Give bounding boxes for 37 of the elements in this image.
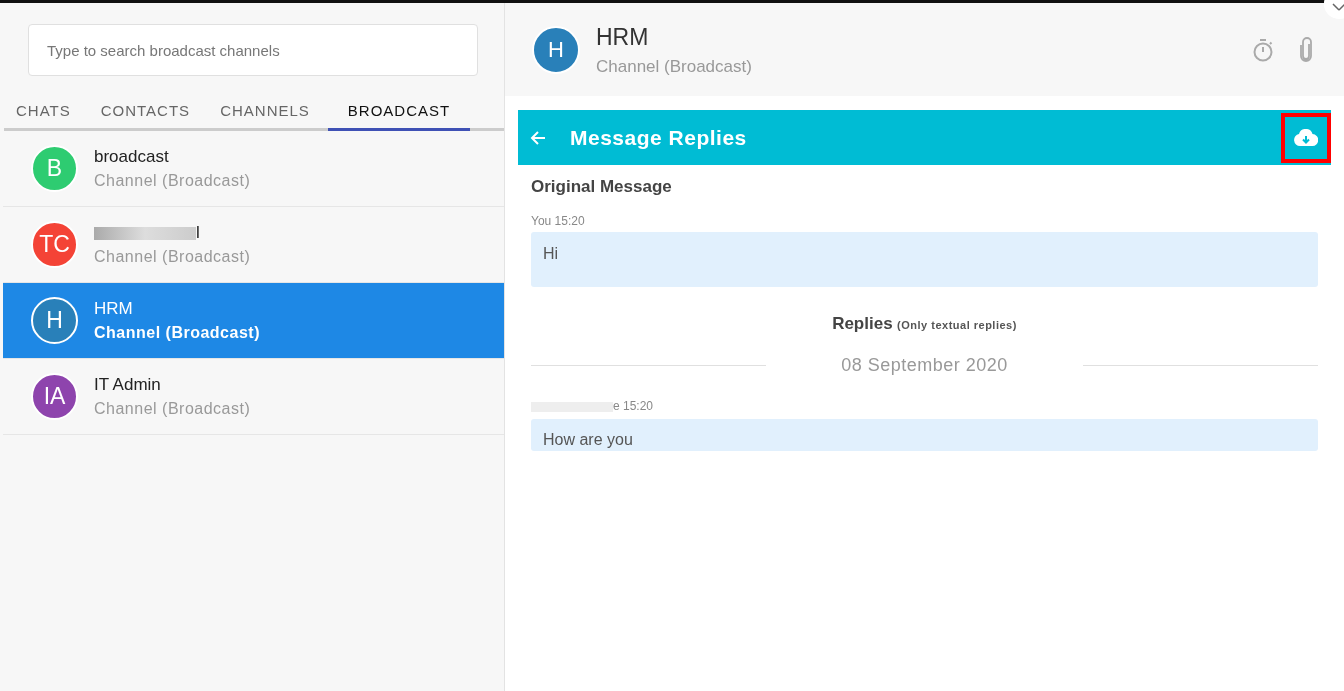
tab[interactable]: CHANNELS [208, 95, 322, 131]
channel-avatar: IA [31, 373, 78, 420]
replies-heading: Replies [832, 313, 893, 333]
channel-item[interactable]: H HRM Channel (Broadcast) [3, 283, 504, 359]
channel-title: HRM [596, 22, 650, 52]
date-separator: 08 September 2020 [840, 354, 1009, 377]
search-field[interactable]: Type to search broadcast channels [28, 24, 478, 76]
message-meta: You 15:20 [531, 212, 586, 230]
message-bubble: How are you [531, 419, 1318, 451]
channel-subtitle: Channel (Broadcast) [94, 323, 260, 344]
channel-name: l [196, 222, 200, 242]
tab[interactable]: CHATS [4, 95, 83, 131]
replies-note: (Only textual replies) [897, 318, 1017, 331]
channel-item[interactable]: B broadcast Channel (Broadcast) [3, 131, 504, 207]
message-meta: e 15:20 [613, 399, 654, 413]
tab[interactable]: CONTACTS [88, 95, 203, 131]
cloud-download-icon [1294, 129, 1318, 146]
attachment-icon[interactable] [1298, 36, 1314, 63]
channel-name: HRM [94, 298, 133, 318]
channel-subtitle: Channel (Broadcast) [94, 171, 251, 192]
channel-avatar: B [31, 145, 78, 192]
channel-name: broadcast [94, 146, 169, 166]
tab[interactable]: BROADCAST [327, 95, 471, 131]
channel-avatar: H [532, 25, 580, 74]
download-button[interactable] [1281, 112, 1331, 163]
channel-subtitle: Channel (Broadcast) [94, 399, 251, 420]
channel-subtitle: Channel (Broadcast) [94, 247, 251, 268]
section-heading: Original Message [531, 176, 673, 198]
channel-subtitle: Channel (Broadcast) [596, 56, 752, 78]
channel-avatar: H [31, 297, 78, 344]
back-arrow-icon[interactable] [530, 129, 546, 146]
channel-name: IT Admin [94, 374, 161, 394]
channel-item[interactable]: IA IT Admin Channel (Broadcast) [3, 359, 504, 435]
timer-icon[interactable] [1252, 37, 1274, 62]
channel-avatar: TC [31, 221, 78, 268]
panel-title: Message Replies [570, 124, 747, 151]
message-bubble: Hi [531, 231, 1318, 287]
